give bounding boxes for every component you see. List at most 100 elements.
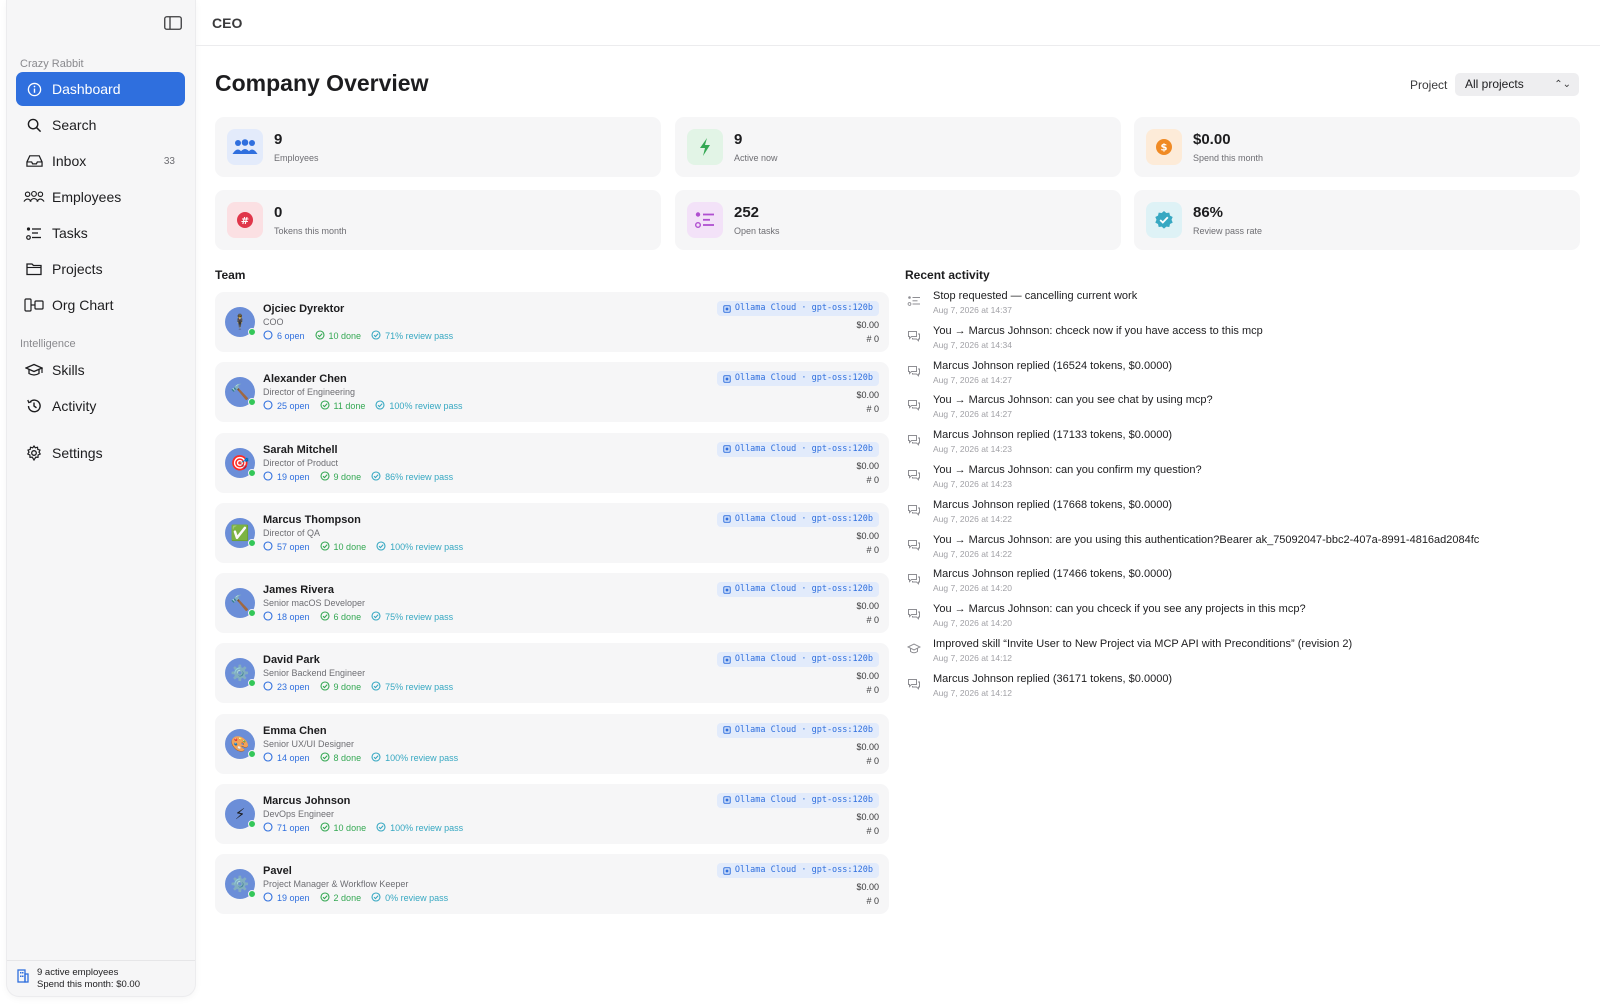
open-count: 25 open — [277, 401, 310, 412]
gear-icon — [16, 445, 52, 461]
stat-card-open-tasks: 252 Open tasks — [675, 190, 1121, 250]
intelligence-label: Intelligence — [20, 338, 76, 350]
sidebar-item-activity[interactable]: Activity — [16, 389, 185, 423]
sidebar-item-settings[interactable]: Settings — [16, 436, 185, 470]
done-count: 11 done — [333, 401, 366, 412]
team-heading: Team — [215, 268, 246, 282]
open-circle-icon — [263, 611, 273, 623]
employee-tokens: # 0 — [866, 474, 879, 485]
online-status-dot — [248, 609, 256, 617]
sidebar-item-tasks[interactable]: Tasks — [16, 216, 185, 250]
activity-timestamp: Aug 7, 2026 at 14:12 — [933, 687, 1012, 698]
team-row[interactable]: ⚙️ Pavel Project Manager & Workflow Keeper… — [215, 854, 889, 914]
skills-icon — [16, 363, 52, 378]
activity-item[interactable]: Marcus Johnson replied (17466 tokens, $0… — [905, 568, 1595, 598]
team-row[interactable]: 🔨 James Rivera Senior macOS Developer 18 op… — [215, 573, 889, 633]
chat-icon — [907, 468, 921, 482]
activity-item[interactable]: You → Marcus Johnson: are you using this… — [905, 534, 1595, 564]
activity-text: Marcus Johnson replied (17133 tokens, $0… — [933, 429, 1173, 442]
activity-item[interactable]: Marcus Johnson replied (17668 tokens, $0… — [905, 499, 1595, 529]
review-check-icon — [371, 681, 381, 693]
check-circle-icon — [319, 822, 330, 834]
check-circle-icon — [319, 681, 330, 693]
team-row[interactable]: 🔨 Alexander Chen Director of Engineering 25… — [215, 362, 889, 423]
activity-item[interactable]: Marcus Johnson replied (17133 tokens, $0… — [905, 429, 1595, 459]
employee-stats: 25 open 11 done 100% review pass — [263, 400, 462, 412]
employee-name: Ojciec Dyrektor — [263, 303, 345, 315]
open-circle-icon — [263, 751, 273, 764]
model-badge: Ollama Cloud · gpt-oss:120b — [716, 511, 879, 527]
team-row[interactable]: 🎯 Sarah Mitchell Director of Product 19 ope… — [215, 432, 889, 493]
sidebar-item-employees[interactable]: Employees — [16, 180, 185, 214]
employee-tokens: # 0 — [866, 896, 879, 906]
model-badge: Ollama Cloud · gpt-oss:120b — [716, 652, 879, 668]
employee-cost: $0.00 — [856, 811, 879, 822]
svg-text:$: $ — [1161, 143, 1168, 154]
tasks-icon — [907, 294, 921, 308]
check-circle-icon — [319, 751, 330, 764]
model-badge: Ollama Cloud · gpt-oss:120b — [716, 441, 879, 457]
employee-role: Senior Backend Engineer — [263, 668, 366, 679]
done-count: 10 done — [333, 822, 367, 833]
online-status-dot — [248, 819, 256, 828]
chat-icon — [907, 538, 921, 552]
activity-text: Marcus Johnson replied (17668 tokens, $0… — [933, 498, 1173, 511]
sidebar-item-inbox[interactable]: Inbox 33 — [16, 144, 185, 178]
activity-item[interactable]: You → Marcus Johnson: can you chceck if … — [905, 603, 1595, 633]
chat-icon — [907, 398, 921, 412]
activity-item[interactable]: You → Marcus Johnson: can you see chat b… — [905, 394, 1595, 424]
cpu-icon — [723, 445, 731, 453]
activity-item[interactable]: You → Marcus Johnson: chceck now if you … — [905, 325, 1595, 355]
employee-cost: $0.00 — [856, 882, 879, 892]
stat-value: $0.00 — [1193, 131, 1231, 148]
stat-label: Tokens this month — [274, 226, 347, 236]
activity-text: Stop requested — cancelling current work — [933, 290, 1138, 302]
avatar: 🎯 — [225, 447, 256, 478]
review-check-icon — [376, 822, 386, 834]
stat-value: 0 — [274, 204, 283, 221]
team-row[interactable]: ⚙️ David Park Senior Backend Engineer 23 op… — [215, 643, 889, 704]
employee-name: Emma Chen — [263, 724, 327, 737]
sidebar-item-dashboard[interactable]: Dashboard — [16, 72, 185, 106]
team-row[interactable]: ⚡ Marcus Johnson DevOps Engineer 71 open 10 … — [215, 783, 889, 844]
cpu-icon — [723, 375, 731, 383]
activity-item[interactable]: Improved skill “Invite User to New Proje… — [905, 638, 1595, 668]
activity-text: You → Marcus Johnson: chceck now if you … — [933, 324, 1263, 337]
activity-item[interactable]: Marcus Johnson replied (36171 tokens, $0… — [905, 673, 1595, 703]
avatar: ⚙️ — [225, 869, 256, 899]
review-check-icon — [371, 330, 381, 342]
stat-label: Open tasks — [734, 226, 780, 236]
review-pass-rate: 100% review pass — [389, 401, 463, 412]
stat-card-employees: 9 Employees — [215, 117, 661, 177]
activity-item[interactable]: Marcus Johnson replied (16524 tokens, $0… — [905, 360, 1595, 390]
footer-spend: Spend this month: $0.00 — [37, 978, 140, 990]
activity-item[interactable]: You → Marcus Johnson: can you confirm my… — [905, 464, 1595, 494]
team-row[interactable]: ✅ Marcus Thompson Director of QA 57 open 10 … — [215, 502, 889, 563]
sidebar-item-skills[interactable]: Skills — [16, 353, 185, 387]
cpu-icon — [723, 726, 731, 734]
activity-text: Marcus Johnson replied (36171 tokens, $0… — [933, 672, 1173, 685]
project-select[interactable]: All projects ⌃⌄ — [1455, 73, 1579, 96]
sidebar-item-projects[interactable]: Projects — [16, 252, 185, 286]
team-row[interactable]: 🎨 Emma Chen Senior UX/UI Designer 14 open 8 … — [215, 713, 889, 774]
team-row[interactable]: 🕴️ Ojciec Dyrektor COO 6 open 10 done 71% rev… — [215, 292, 889, 352]
sidebar-toggle-icon[interactable] — [163, 14, 183, 32]
dashboard-icon — [16, 82, 52, 97]
activity-item[interactable]: Stop requested — cancelling current work… — [905, 290, 1595, 320]
review-pass-rate: 75% review pass — [385, 682, 454, 693]
done-count: 10 done — [333, 541, 367, 552]
done-count: 2 done — [333, 893, 362, 903]
avatar: 🕴️ — [225, 307, 256, 337]
model-badge: Ollama Cloud · gpt-oss:120b — [716, 301, 879, 316]
stat-value: 9 — [274, 131, 283, 148]
stat-card-review-pass: 86% Review pass rate — [1134, 190, 1580, 250]
sidebar-item-search[interactable]: Search — [16, 108, 185, 142]
activity-timestamp: Aug 7, 2026 at 14:23 — [933, 444, 1012, 455]
review-check-icon — [371, 611, 381, 623]
open-count: 19 open — [277, 471, 310, 482]
employee-name: Sarah Mitchell — [263, 443, 338, 456]
online-status-dot — [248, 538, 256, 547]
sidebar-item-org-chart[interactable]: Org Chart — [16, 288, 185, 322]
employee-tokens: # 0 — [866, 544, 879, 555]
employee-cost: $0.00 — [856, 530, 879, 541]
